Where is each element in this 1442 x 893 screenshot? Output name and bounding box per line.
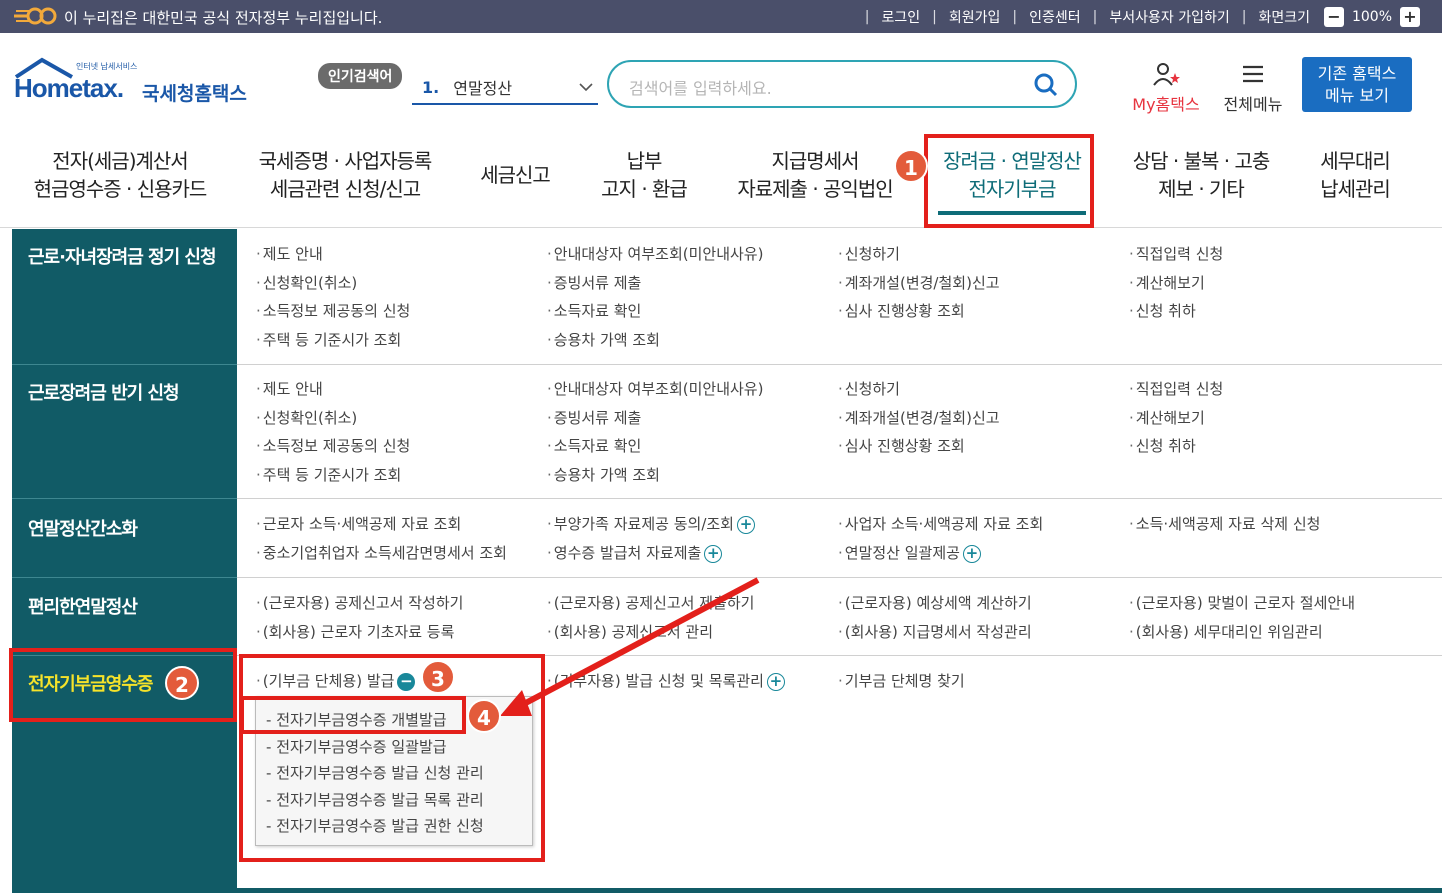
step-badge-2: 2 [165, 666, 199, 700]
annotation-arrow-icon [500, 577, 760, 716]
step-badge-4: 4 [467, 699, 501, 733]
step-badge-3: 3 [421, 660, 455, 694]
step-badge-1: 1 [894, 149, 928, 183]
